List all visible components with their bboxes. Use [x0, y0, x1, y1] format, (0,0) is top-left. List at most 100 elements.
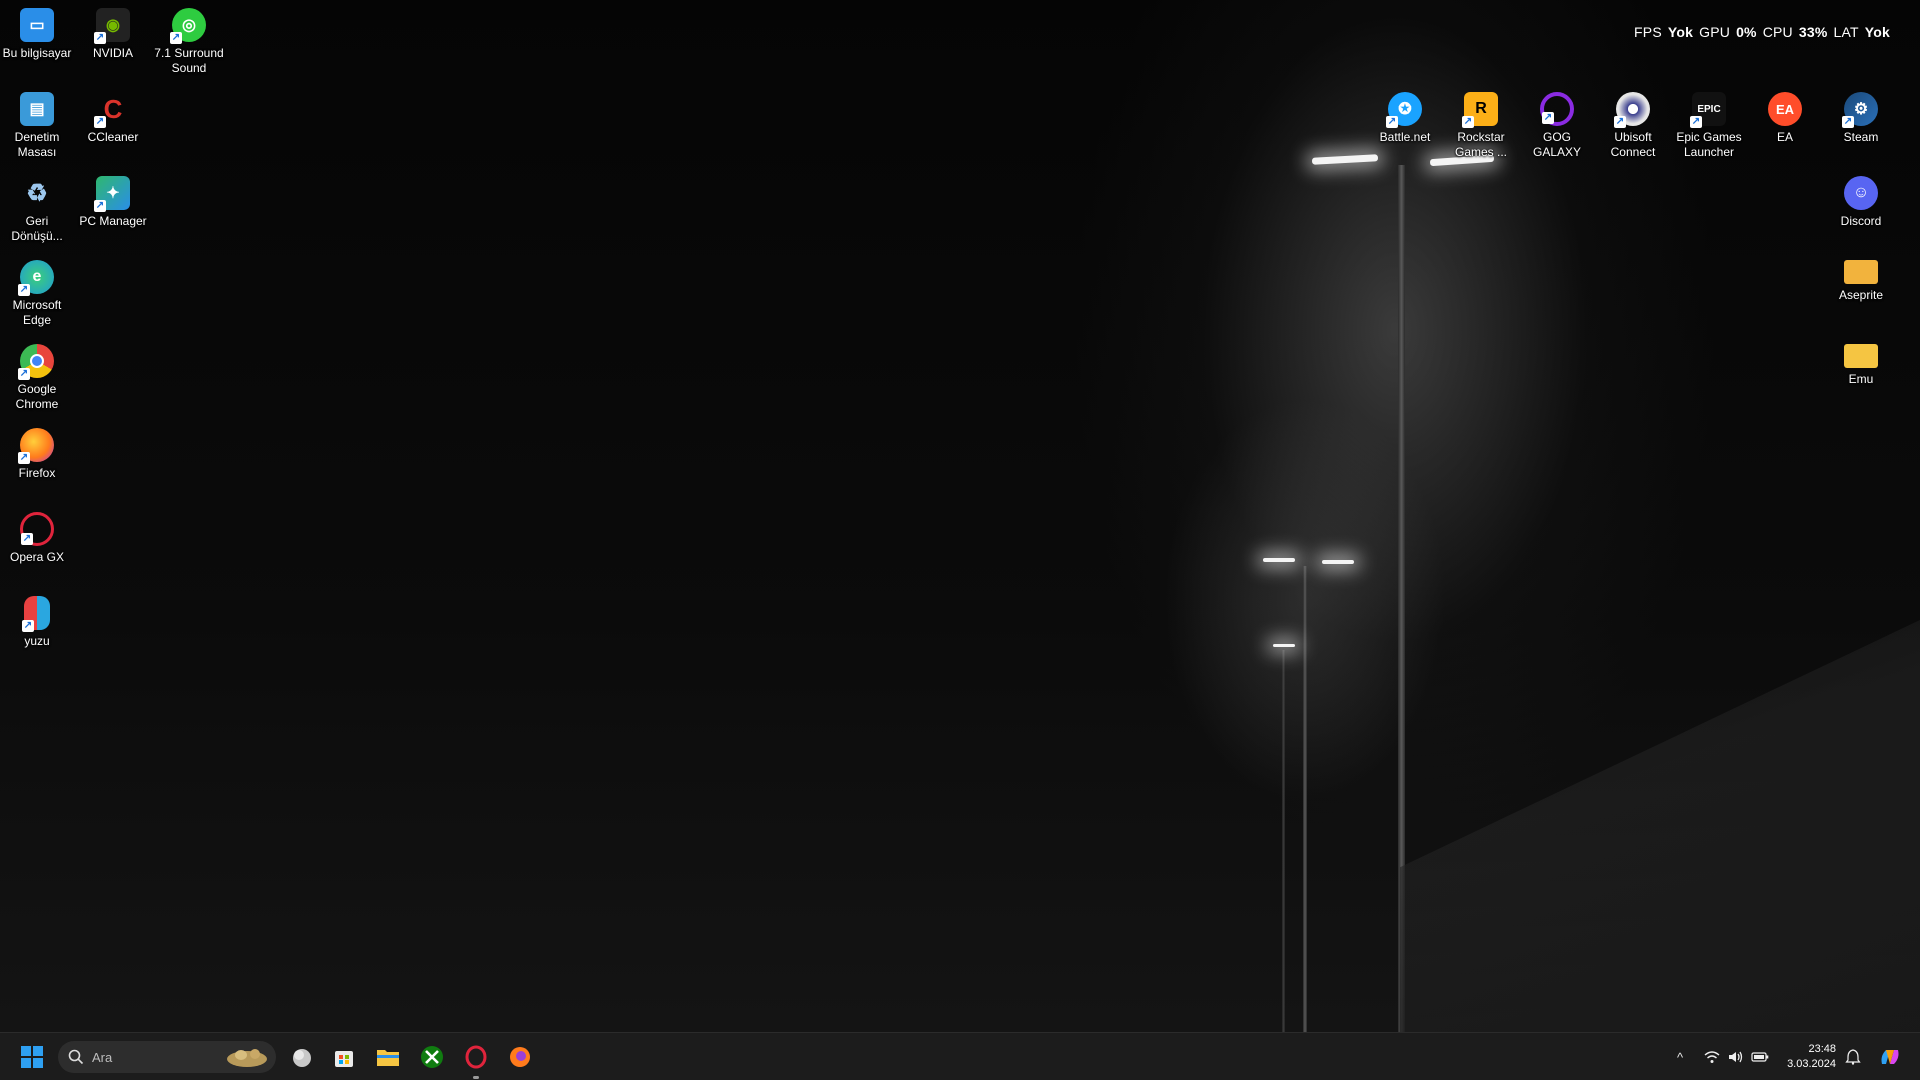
desktop-icon-edge[interactable]: e ↗ Microsoft Edge [0, 260, 75, 328]
taskbar-weather-widget[interactable] [286, 1041, 318, 1073]
aseprite-folder-icon [1844, 260, 1878, 284]
desktop-icon-nvidia[interactable]: ◉ ↗ NVIDIA [75, 8, 151, 61]
steam-icon: ⚙ ↗ [1842, 92, 1878, 128]
desktop-icon-label: Firefox [18, 466, 56, 480]
cpu-label: CPU [1762, 24, 1793, 40]
desktop-icon-label: Denetim Masası [14, 130, 60, 159]
gpu-label: GPU [1699, 24, 1731, 40]
copilot-icon [1881, 1050, 1899, 1064]
opera-gx-icon [465, 1045, 487, 1069]
desktop-icon-label: EA [1776, 130, 1793, 144]
tray-overflow-button[interactable]: ^ [1670, 1045, 1690, 1069]
ccleaner-icon: C ↗ [94, 93, 123, 128]
desktop-icon-recycle-bin[interactable]: ♻ Geri Dönüşü... [0, 176, 75, 244]
desktop-icon-label: Battle.net [1379, 130, 1431, 144]
surround-sound-icon: ◎ ↗ [170, 8, 206, 44]
start-icon [21, 1046, 43, 1068]
desktop-icon-epic-games[interactable]: EPIC ↗ Epic Games Launcher [1671, 92, 1747, 160]
desktop-icon-ubisoft[interactable]: ↗ Ubisoft Connect [1595, 92, 1671, 160]
taskbar-firefox[interactable] [504, 1041, 536, 1073]
clock-date: 3.03.2024 [1787, 1058, 1836, 1070]
desktop-icon-yuzu[interactable]: ↗ yuzu [0, 596, 75, 649]
desktop-icon-ccleaner[interactable]: C ↗ CCleaner [75, 92, 151, 145]
chevron-up-icon: ^ [1676, 1049, 1684, 1065]
tray-wifi[interactable] [1702, 1045, 1722, 1069]
tray-volume[interactable] [1726, 1045, 1746, 1069]
desktop-icon-this-pc[interactable]: ▭ Bu bilgisayar [0, 8, 75, 61]
taskbar-microsoft-store[interactable] [328, 1041, 360, 1073]
fps-label: FPS [1634, 24, 1662, 40]
edge-icon: e ↗ [18, 260, 54, 296]
yuzu-icon: ↗ [22, 596, 50, 632]
desktop-icon-discord[interactable]: ☺ Discord [1823, 176, 1899, 229]
recycle-bin-icon: ♻ [26, 179, 48, 207]
desktop-icon-label: Emu [1848, 372, 1874, 386]
desktop-icon-pc-manager[interactable]: ✦ ↗ PC Manager [75, 176, 151, 229]
taskbar-xbox[interactable] [416, 1041, 448, 1073]
battlenet-icon: ✪ ↗ [1386, 92, 1422, 128]
desktop-icon-label: yuzu [24, 634, 50, 648]
emu-folder-icon [1844, 344, 1878, 368]
taskbar-opera-gx[interactable] [460, 1041, 492, 1079]
notification-bell-icon [1845, 1049, 1861, 1065]
fps-value: Yok [1667, 24, 1694, 40]
taskbar-search[interactable]: Ara [58, 1041, 276, 1073]
desktop-icon-aseprite[interactable]: Aseprite [1823, 260, 1899, 303]
start-button[interactable] [16, 1041, 48, 1073]
desktop-icon-opera-gx[interactable]: ↗ Opera GX [0, 512, 75, 565]
taskbar-clock[interactable]: 23:48 3.03.2024 [1776, 1042, 1836, 1072]
desktop-icon-label: 7.1 Surround Sound [154, 46, 224, 75]
performance-overlay: FPS Yok GPU 0% CPU 33% LAT Yok [1634, 24, 1890, 40]
desktop-icon-label: NVIDIA [92, 46, 133, 60]
desktop-icon-surround-sound[interactable]: ◎ ↗ 7.1 Surround Sound [151, 8, 227, 76]
desktop-icon-label: Microsoft Edge [12, 298, 62, 327]
taskbar-file-explorer[interactable] [372, 1041, 404, 1073]
tray-notifications[interactable] [1843, 1045, 1863, 1069]
desktop-icon-label: CCleaner [87, 130, 139, 144]
desktop-icon-firefox[interactable]: ↗ Firefox [0, 428, 75, 481]
firefox-icon [510, 1047, 530, 1067]
search-icon [68, 1049, 84, 1065]
wifi-icon [1704, 1051, 1720, 1063]
opera-gx-icon: ↗ [20, 512, 54, 546]
desktop-icon-label: Epic Games Launcher [1676, 130, 1742, 159]
search-placeholder: Ara [92, 1049, 113, 1065]
lat-label: LAT [1833, 24, 1859, 40]
lamp-post [1282, 650, 1285, 1032]
desktop-icon-gog-galaxy[interactable]: ↗ GOG GALAXY [1519, 92, 1595, 160]
desktop-icon-label: Discord [1840, 214, 1882, 228]
pc-manager-icon: ✦ ↗ [94, 176, 130, 212]
desktop-icon-battlenet[interactable]: ✪ ↗ Battle.net [1367, 92, 1443, 145]
gpu-value: 0% [1736, 24, 1757, 40]
tray-copilot[interactable] [1876, 1045, 1904, 1069]
street-lamp [1273, 644, 1295, 647]
firefox-icon: ↗ [18, 428, 54, 464]
microsoft-store-icon [335, 1051, 353, 1067]
desktop-icon-control-panel[interactable]: ▤ Denetim Masası [0, 92, 75, 160]
desktop-icon-label: Aseprite [1838, 288, 1884, 302]
ea-icon: EA [1768, 92, 1802, 126]
xbox-icon [421, 1046, 443, 1068]
file-explorer-icon [377, 1050, 399, 1066]
desktop-icon-label: Rockstar Games ... [1454, 130, 1507, 159]
search-highlight-icon [227, 1049, 267, 1067]
desktop-icon-label: Opera GX [9, 550, 65, 564]
desktop-icon-chrome[interactable]: ↗ Google Chrome [0, 344, 75, 412]
this-pc-icon: ▭ [20, 8, 54, 42]
running-indicator [473, 1076, 479, 1079]
lamp-post [1303, 566, 1307, 1032]
desktop-icon-steam[interactable]: ⚙ ↗ Steam [1823, 92, 1899, 145]
desktop-icon-ea[interactable]: EA EA [1747, 92, 1823, 145]
taskbar: Ara ^ 23:48 3.03.2024 [0, 1032, 1920, 1080]
desktop-icon-label: Bu bilgisayar [2, 46, 72, 60]
weather-widget-icon [293, 1049, 311, 1067]
control-panel-icon: ▤ [20, 92, 54, 126]
desktop-icon-label: GOG GALAXY [1532, 130, 1582, 159]
desktop-icon-rockstar[interactable]: R ↗ Rockstar Games ... [1443, 92, 1519, 160]
volume-icon [1729, 1051, 1743, 1063]
bridge-silhouette [1400, 620, 1920, 1032]
lat-value: Yok [1864, 24, 1890, 40]
desktop-icon-label: Steam [1843, 130, 1879, 144]
tray-battery[interactable] [1750, 1045, 1770, 1069]
desktop-icon-emu[interactable]: Emu [1823, 344, 1899, 387]
